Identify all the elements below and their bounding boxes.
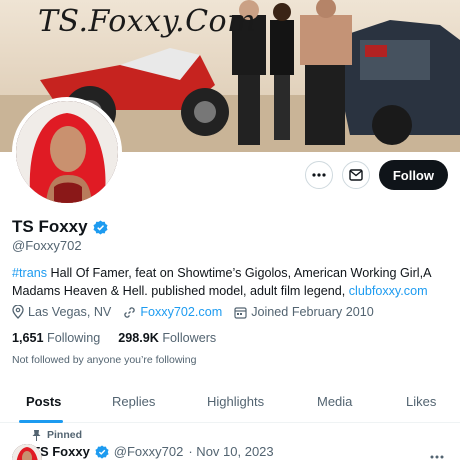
more-dots-icon <box>312 173 326 177</box>
following-stat[interactable]: 1,651 Following <box>12 331 100 345</box>
calendar-icon <box>234 306 247 319</box>
follow-button[interactable]: Follow <box>378 160 448 190</box>
post-date[interactable]: · Nov 10, 2023 <box>188 444 273 459</box>
post-author-handle[interactable]: @Foxxy702 <box>114 444 184 459</box>
not-followed-notice: Not followed by anyone you’re following <box>12 354 197 366</box>
profile-tabs: Posts Replies Highlights Media Likes <box>0 383 460 423</box>
post-more-dots-icon <box>430 455 444 459</box>
message-button[interactable] <box>341 161 370 189</box>
avatar-image <box>16 101 118 203</box>
profile-stats: 1,651 Following 298.9K Followers <box>12 331 216 345</box>
verified-badge-icon[interactable] <box>93 219 108 235</box>
joined-text: Joined February 2010 <box>251 305 374 319</box>
link-icon <box>124 306 136 318</box>
bio-website-link[interactable]: clubfoxxy.com <box>349 284 428 298</box>
pinned-label: Pinned <box>47 429 83 441</box>
profile-meta: Las Vegas, NV Foxxy702.com Joined Februa… <box>12 305 374 319</box>
profile-display-name: TS Foxxy <box>12 217 88 236</box>
more-options-button[interactable] <box>304 161 333 189</box>
pinned-indicator: Pinned <box>32 429 82 441</box>
pin-icon <box>32 429 41 441</box>
banner-watermark-text: TS.Foxxy.Com <box>38 4 257 39</box>
post-verified-badge-icon[interactable] <box>95 444 109 459</box>
tab-posts[interactable]: Posts <box>26 394 61 409</box>
profile-location: Las Vegas, NV <box>12 305 111 319</box>
website-link[interactable]: Foxxy702.com <box>140 305 222 319</box>
profile-website[interactable]: Foxxy702.com <box>123 305 222 319</box>
tab-highlights[interactable]: Highlights <box>207 394 264 409</box>
location-pin-icon <box>12 305 24 319</box>
profile-name-row: TS Foxxy <box>12 217 108 237</box>
envelope-icon <box>349 169 363 181</box>
location-text: Las Vegas, NV <box>28 305 112 319</box>
post-header: TS Foxxy @Foxxy702 · Nov 10, 2023 <box>12 444 274 460</box>
tab-media[interactable]: Media <box>317 394 352 409</box>
profile-actions: Follow <box>304 160 448 190</box>
profile-bio: #trans Hall Of Famer, feat on Showtime’s… <box>12 264 448 300</box>
profile-avatar[interactable] <box>12 97 122 207</box>
profile-joined: Joined February 2010 <box>234 305 374 319</box>
active-tab-indicator <box>19 420 63 423</box>
bio-hashtag-link[interactable]: #trans <box>12 266 47 280</box>
profile-handle: @Foxxy702 <box>12 238 82 253</box>
followers-label: Followers <box>162 331 217 345</box>
followers-count: 298.9K <box>118 331 159 345</box>
followers-stat[interactable]: 298.9K Followers <box>118 331 216 345</box>
following-label: Following <box>47 331 101 345</box>
tab-likes[interactable]: Likes <box>406 394 436 409</box>
following-count: 1,651 <box>12 331 44 345</box>
tab-replies[interactable]: Replies <box>112 394 155 409</box>
post-more-button[interactable] <box>430 446 444 460</box>
